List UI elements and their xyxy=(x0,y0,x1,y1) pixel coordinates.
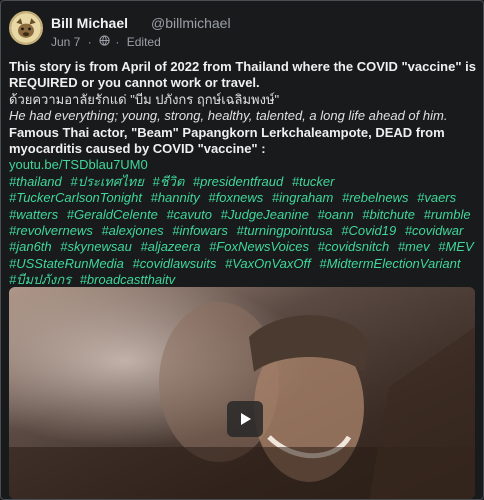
hashtag-link[interactable]: #infowars xyxy=(172,223,228,238)
post-headline: This story is from April of 2022 from Th… xyxy=(9,59,476,91)
hashtag-link[interactable]: #GeraldCelente xyxy=(67,207,158,222)
video-link[interactable]: youtu.be/TSDblau7UM0 xyxy=(9,157,148,172)
hashtag-link[interactable]: #covidlawsuits xyxy=(133,256,217,271)
post-thai-line: ด้วยความอาลัยรักแด่ "บีม ปภังกร ฤกษ์เฉลิ… xyxy=(9,91,280,107)
hashtag-link[interactable]: #watters xyxy=(9,207,58,222)
hashtag-link[interactable]: #MEV xyxy=(438,239,473,254)
post-italic-line: He had everything; young, strong, health… xyxy=(9,108,448,124)
hashtag-link[interactable]: #thailand xyxy=(9,174,62,189)
hashtag-link[interactable]: #vaers xyxy=(417,190,456,205)
avatar[interactable] xyxy=(9,11,43,45)
hashtag-link[interactable]: #rumble xyxy=(424,207,471,222)
hashtag-link[interactable]: #revolvernews xyxy=(9,223,93,238)
hashtag-link[interactable]: #USStateRunMedia xyxy=(9,256,124,271)
post-link-row: youtu.be/TSDblau7UM0 xyxy=(9,157,479,173)
hashtag-link[interactable]: #oann xyxy=(317,207,353,222)
hashtag-link[interactable]: #hannity xyxy=(151,190,200,205)
hashtag-link[interactable]: #cavuto xyxy=(166,207,212,222)
hashtag-link[interactable]: #covidsnitch xyxy=(318,239,390,254)
hashtag-link[interactable]: #ประเทศไทย xyxy=(70,174,143,189)
hashtag-link[interactable]: #VaxOnVaxOff xyxy=(225,256,311,271)
meta-separator-2: · xyxy=(115,34,120,49)
play-button[interactable] xyxy=(227,401,263,437)
hashtag-link[interactable]: #aljazeera xyxy=(140,239,200,254)
author-name[interactable]: Bill Michael xyxy=(51,15,128,31)
hashtag-link[interactable]: #JudgeJeanine xyxy=(221,207,309,222)
hashtag-link[interactable]: #covidwar xyxy=(405,223,464,238)
hashtag-link[interactable]: #Covid19 xyxy=(341,223,396,238)
hashtag-link[interactable]: #broadcastthaitv xyxy=(80,272,175,287)
hashtag-link[interactable]: #tucker xyxy=(292,174,335,189)
video-thumbnail[interactable] xyxy=(9,287,475,499)
hashtag-link[interactable]: #ingraham xyxy=(272,190,333,205)
globe-icon xyxy=(95,35,112,49)
hashtag-link[interactable]: #บีมปภังกร xyxy=(9,272,71,287)
hashtag-link[interactable]: #mev xyxy=(398,239,430,254)
post-famous-line: Famous Thai actor, "Beam" Papangkorn Ler… xyxy=(9,124,445,157)
post-header: Bill Michael @billmichael Jun 7 · · Edit… xyxy=(9,11,479,53)
meta-separator: · xyxy=(87,34,92,49)
hashtag-link[interactable]: #skynewsau xyxy=(60,239,132,254)
post-content: This story is from April of 2022 from Th… xyxy=(9,59,479,289)
edited-label[interactable]: Edited xyxy=(127,35,161,49)
hashtag-link[interactable]: #FoxNewsVoices xyxy=(209,239,309,254)
hashtag-link[interactable]: #bitchute xyxy=(362,207,415,222)
hashtag-list: #thailand #ประเทศไทย #ชีวิต #presidentfr… xyxy=(9,174,479,289)
hashtag-link[interactable]: #jan6th xyxy=(9,239,52,254)
hashtag-link[interactable]: #MidtermElectionVariant xyxy=(319,256,460,271)
post-date[interactable]: Jun 7 xyxy=(51,35,80,49)
hashtag-link[interactable]: #alexjones xyxy=(101,223,163,238)
author-handle[interactable]: @billmichael xyxy=(151,15,231,31)
post-meta: Jun 7 · · Edited xyxy=(51,34,161,49)
hashtag-link[interactable]: #foxnews xyxy=(208,190,263,205)
video-still xyxy=(9,287,475,499)
post-card: Bill Michael @billmichael Jun 7 · · Edit… xyxy=(0,0,484,500)
play-icon xyxy=(241,413,251,425)
hashtag-link[interactable]: #turningpointusa xyxy=(237,223,333,238)
hashtag-link[interactable]: #rebelnews xyxy=(342,190,409,205)
hashtag-link[interactable]: #TuckerCarlsonTonight xyxy=(9,190,142,205)
hashtag-link[interactable]: #presidentfraud xyxy=(193,174,283,189)
hashtag-link[interactable]: #ชีวิต xyxy=(152,174,184,189)
